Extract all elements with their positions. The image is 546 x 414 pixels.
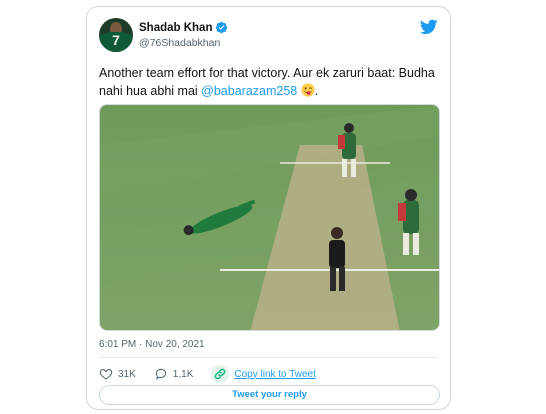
like-count: 31K xyxy=(118,368,136,380)
verified-badge-icon xyxy=(216,21,228,34)
tweet-actions: 31K 1.1K Copy link to Tweet xyxy=(99,365,334,383)
cricket-field-scene xyxy=(100,105,439,330)
author-avatar[interactable]: 7 xyxy=(99,18,133,52)
author-name-row[interactable]: Shadab Khan xyxy=(139,21,228,34)
copy-link-text[interactable]: Copy link to Tweet xyxy=(234,369,316,380)
author-display-name[interactable]: Shadab Khan xyxy=(139,22,212,34)
tweet-text: Another team effort for that victory. Au… xyxy=(99,64,439,100)
tweet-timestamp[interactable]: 6:01 PM · Nov 20, 2021 xyxy=(99,339,205,350)
mention-link[interactable]: @babarazam258 xyxy=(201,84,297,98)
tweet-text-end: . xyxy=(314,84,319,98)
author-handle[interactable]: @76Shadabkhan xyxy=(139,37,220,49)
tweet-card[interactable]: 7 Shadab Khan @76Shadabkhan Another team… xyxy=(86,6,451,410)
divider xyxy=(99,357,438,358)
heart-icon xyxy=(99,369,113,380)
reply-action[interactable]: 1.1K xyxy=(154,367,194,381)
tweet-video-media[interactable] xyxy=(99,104,440,331)
twitter-bird-icon[interactable] xyxy=(420,19,438,35)
like-action[interactable]: 31K xyxy=(99,367,136,381)
link-icon xyxy=(211,365,230,383)
reply-count: 1.1K xyxy=(172,368,194,380)
reply-bubble-icon xyxy=(155,368,166,380)
winking-face-with-tongue-icon xyxy=(301,83,315,97)
copy-link-action[interactable]: Copy link to Tweet xyxy=(211,365,316,383)
avatar-jersey-number: 7 xyxy=(112,32,120,48)
tweet-your-reply-button[interactable]: Tweet your reply xyxy=(99,385,440,405)
